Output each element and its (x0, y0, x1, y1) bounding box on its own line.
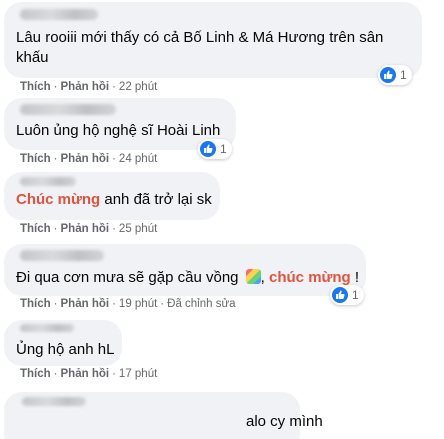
comment-text: Luôn ủng hộ nghệ sĩ Hoài Linh (16, 122, 221, 139)
comment-bubble: Đi qua cơn mưa sẽ gặp cầu vồng , chúc mừ… (4, 244, 366, 296)
timestamp[interactable]: 24 phút (119, 153, 157, 165)
like-link[interactable]: Thích (20, 298, 51, 310)
comment-bubble: alo cy mình (4, 392, 323, 439)
comment-text: Chúc mừng anh đã trở lại sk (16, 191, 212, 208)
author-name-blurred[interactable] (20, 177, 76, 186)
author-name-blurred[interactable] (20, 104, 116, 115)
timestamp[interactable]: 22 phút (119, 81, 157, 93)
comment-bubble: Chúc mừng anh đã trở lại sk (4, 172, 220, 220)
comment-text: Ủng hộ anh hL (16, 341, 115, 358)
comment-actions: Thích · Phản hồi · 17 phút (20, 368, 158, 380)
reply-link[interactable]: Phản hồi (61, 368, 110, 380)
comment-actions: Thích · Phản hồi · 25 phút (20, 223, 158, 235)
timestamp[interactable]: 19 phút (119, 298, 157, 310)
comment-text: alo cy mình (246, 413, 323, 430)
mention-tag[interactable]: chúc mừng (269, 269, 351, 286)
like-icon (200, 141, 216, 157)
like-link[interactable]: Thích (20, 223, 51, 235)
comment-actions: Thích · Phản hồi · 24 phút (20, 153, 158, 165)
reaction-badge[interactable]: 1 (378, 65, 412, 85)
like-link[interactable]: Thích (20, 153, 51, 165)
reply-link[interactable]: Phản hồi (61, 81, 110, 93)
comment-bubble: Lâu rooiii mới thấy có cả Bố Linh & Má H… (4, 2, 422, 78)
edited-label[interactable]: Đã chỉnh sửa (167, 298, 235, 310)
reply-link[interactable]: Phản hồi (61, 153, 110, 165)
reaction-count: 1 (400, 68, 407, 82)
comment-actions: Thích · Phản hồi · 22 phút (20, 81, 158, 93)
reply-link[interactable]: Phản hồi (61, 223, 110, 235)
author-name-blurred[interactable] (22, 397, 86, 406)
comment-text: Đi qua cơn mưa sẽ gặp cầu vồng , chúc mừ… (16, 269, 360, 286)
rainbow-emoji-icon (245, 269, 261, 284)
reply-link[interactable]: Phản hồi (61, 298, 110, 310)
author-name-blurred[interactable] (20, 9, 98, 20)
like-link[interactable]: Thích (20, 368, 51, 380)
timestamp[interactable]: 17 phút (119, 368, 157, 380)
reaction-count: 1 (220, 142, 227, 156)
like-icon (380, 67, 396, 83)
reaction-badge[interactable]: 1 (198, 139, 232, 159)
author-name-blurred[interactable] (20, 250, 104, 261)
comment-actions: Thích · Phản hồi · 19 phút · Đã chỉnh sửa (20, 298, 236, 310)
like-link[interactable]: Thích (20, 81, 51, 93)
comment-bubble: Ủng hộ anh hL (4, 320, 122, 366)
comment-text: Lâu rooiii mới thấy có cả Bố Linh & Má H… (16, 29, 384, 46)
comment-text-line2: khấu (16, 49, 49, 66)
reaction-count: 1 (352, 288, 359, 302)
mention-tag[interactable]: Chúc mừng (16, 191, 100, 208)
timestamp[interactable]: 25 phút (119, 223, 157, 235)
author-name-blurred[interactable] (20, 324, 74, 332)
like-icon (332, 287, 348, 303)
reaction-badge[interactable]: 1 (330, 285, 364, 305)
